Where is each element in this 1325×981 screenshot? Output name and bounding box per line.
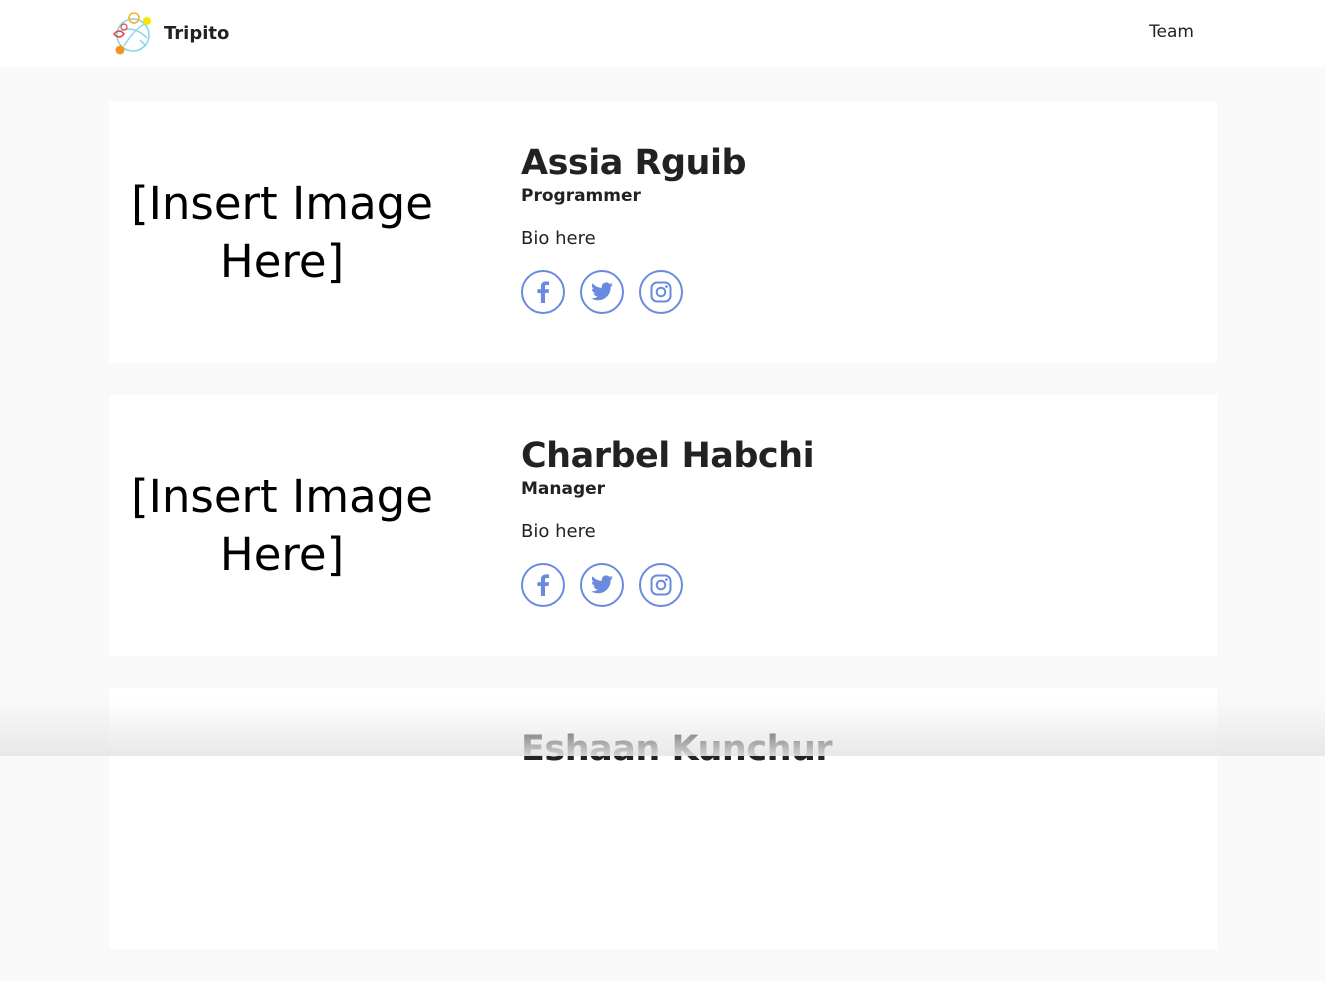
twitter-icon [591, 575, 613, 594]
facebook-link[interactable] [521, 563, 565, 607]
member-role: Programmer [521, 186, 641, 206]
member-info: Charbel Habchi Manager Bio here [521, 435, 815, 607]
member-name: Eshaan Kunchur [521, 729, 833, 769]
brand-name: Tripito [164, 22, 230, 44]
instagram-icon [650, 281, 672, 303]
social-links [521, 563, 814, 607]
instagram-icon [650, 574, 672, 596]
navbar: Tripito Team [0, 0, 1325, 67]
member-image-placeholder: [Insert Image Here] [131, 176, 433, 288]
member-name: Charbel Habchi [521, 436, 815, 476]
member-image-placeholder [109, 688, 455, 949]
instagram-link[interactable] [639, 270, 683, 314]
member-info: Assia Rguib Programmer Bio here [521, 142, 747, 314]
tripito-logo [113, 12, 151, 55]
member-bio: Bio here [521, 521, 596, 542]
team-member-card: Eshaan Kunchur [109, 688, 1217, 949]
social-links [521, 270, 746, 314]
twitter-link[interactable] [580, 270, 624, 314]
member-info: Eshaan Kunchur [521, 728, 833, 770]
member-bio: Bio here [521, 228, 596, 249]
team-member-card: [Insert Image Here] Charbel Habchi Manag… [109, 395, 1217, 656]
member-name: Assia Rguib [521, 143, 747, 183]
nav-link-team[interactable]: Team [1149, 22, 1194, 42]
instagram-link[interactable] [639, 563, 683, 607]
facebook-icon [537, 574, 550, 596]
brand-link[interactable]: Tripito [110, 10, 229, 56]
twitter-link[interactable] [580, 563, 624, 607]
team-member-card: [Insert Image Here] Assia Rguib Programm… [109, 102, 1217, 363]
twitter-icon [591, 282, 613, 301]
facebook-icon [537, 281, 550, 303]
member-image-placeholder: [Insert Image Here] [131, 469, 433, 581]
member-role: Manager [521, 479, 606, 499]
team-list: [Insert Image Here] Assia Rguib Programm… [109, 102, 1217, 981]
facebook-link[interactable] [521, 270, 565, 314]
